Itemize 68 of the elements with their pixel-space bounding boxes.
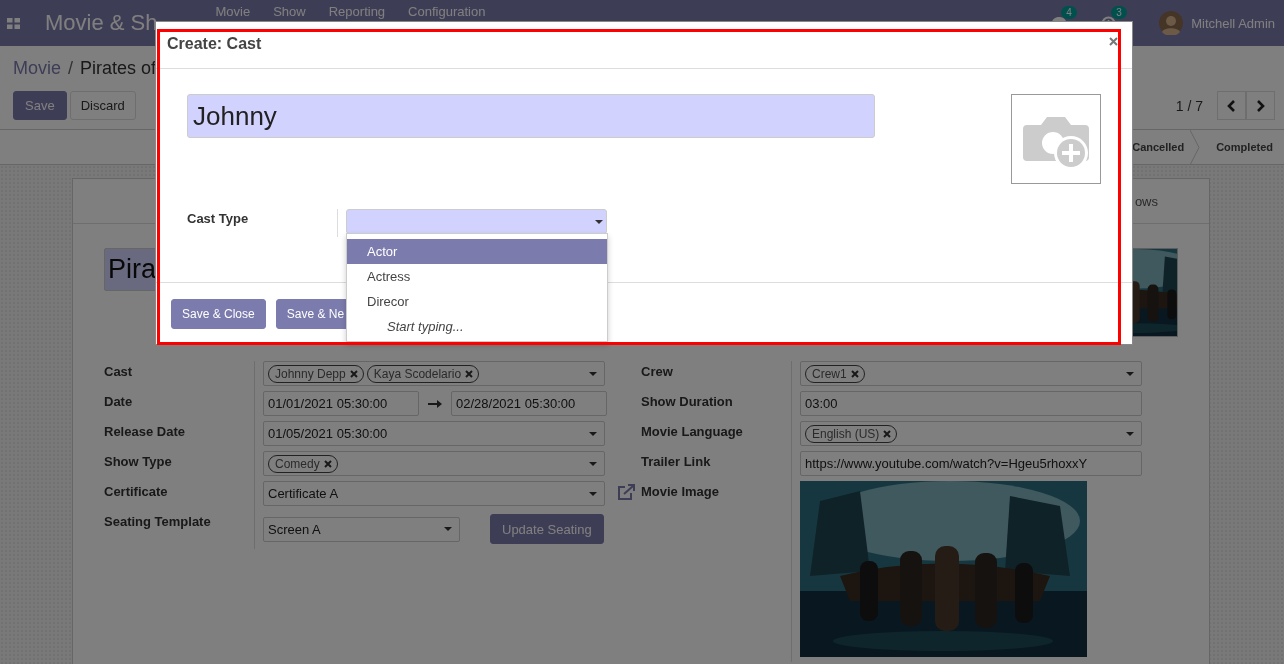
- remove-icon[interactable]: [349, 369, 358, 378]
- dropdown-option[interactable]: Actor: [347, 239, 607, 264]
- notebook-tab[interactable]: ows: [1127, 186, 1165, 216]
- notification-badge: 3: [1111, 5, 1127, 19]
- menu-item[interactable]: Show: [273, 4, 306, 19]
- remove-icon[interactable]: [465, 369, 474, 378]
- next-button[interactable]: [1246, 91, 1275, 120]
- date-field[interactable]: 01/01/2021 05:30:00: [263, 391, 419, 416]
- field-label: Movie Image: [641, 484, 720, 499]
- tags-field[interactable]: Johnny Depp Kaya Scodelario: [263, 361, 605, 386]
- caret-icon: [589, 491, 597, 496]
- caret-icon: [444, 527, 452, 531]
- menu-item[interactable]: Configuration: [408, 4, 486, 19]
- caret-icon: [589, 461, 597, 466]
- field-label: Cast: [104, 364, 133, 379]
- field-label: Release Date: [104, 424, 185, 439]
- date-field[interactable]: 02/28/2021 05:30:00: [451, 391, 607, 416]
- field-label: Certificate: [104, 484, 168, 499]
- dropdown-option[interactable]: Actress: [347, 264, 607, 289]
- menu-item[interactable]: Reporting: [328, 4, 386, 19]
- breadcrumb-current: Pirates of: [80, 58, 157, 79]
- select-field[interactable]: [346, 209, 607, 234]
- field-label: Trailer Link: [641, 454, 711, 469]
- remove-icon[interactable]: [883, 429, 892, 438]
- field-label: Seating Template: [104, 514, 211, 529]
- text-field[interactable]: 03:00: [800, 391, 1142, 416]
- notification-badge: 4: [1061, 6, 1077, 19]
- breadcrumb-link[interactable]: Movie: [13, 58, 61, 79]
- tags-field[interactable]: English (US): [800, 421, 1142, 446]
- save-close-button[interactable]: Save & Close: [171, 299, 266, 329]
- field-label: Show Duration: [641, 394, 733, 409]
- caret-icon: [1126, 371, 1134, 376]
- discard-button[interactable]: Discard: [69, 91, 136, 120]
- field-label: Crew: [641, 364, 673, 379]
- external-link-icon[interactable]: [617, 484, 636, 501]
- select-field[interactable]: Screen A: [263, 516, 460, 542]
- pager-count: 1 / 7: [1175, 97, 1203, 114]
- name-field[interactable]: Johnny: [187, 94, 875, 138]
- remove-icon[interactable]: [323, 459, 332, 468]
- caret-icon: [1126, 431, 1134, 436]
- breadcrumb-separator: /: [68, 58, 74, 79]
- previous-button[interactable]: [1217, 91, 1246, 120]
- user-name[interactable]: Mitchell Admin: [1191, 15, 1275, 31]
- text-field[interactable]: https://www.youtube.com/watch?v=Hgeu5rhoxxY: [800, 451, 1142, 476]
- field-label: Movie Language: [641, 424, 743, 439]
- caret-icon: [595, 219, 603, 224]
- close-icon: [1109, 36, 1118, 46]
- caret-icon: [589, 371, 597, 376]
- remove-icon[interactable]: [850, 369, 859, 378]
- chevron-left-icon: [1227, 99, 1236, 112]
- status-stage[interactable]: Completed: [1200, 130, 1279, 164]
- arrow-icon: [428, 399, 442, 408]
- field-label: Date: [104, 394, 133, 409]
- select-field[interactable]: Certificate A: [263, 481, 605, 506]
- field-label: Show Type: [104, 454, 172, 469]
- menu-item[interactable]: Movie: [215, 4, 251, 19]
- update-seating-button[interactable]: Update Seating: [490, 514, 604, 544]
- field-label: Cast Type: [187, 209, 338, 237]
- chevron-right-icon: [1256, 99, 1265, 112]
- save-button[interactable]: Save: [13, 91, 67, 120]
- apps-menu-icon[interactable]: [7, 17, 20, 29]
- tags-field[interactable]: Crew1: [800, 361, 1142, 386]
- tags-field[interactable]: Comedy: [263, 451, 605, 476]
- image-upload[interactable]: [1011, 94, 1101, 184]
- dialog-title: Create: Cast: [167, 34, 262, 53]
- caret-icon: [589, 431, 597, 436]
- status-stage[interactable]: Cancelled: [1116, 130, 1191, 164]
- select-field[interactable]: 01/05/2021 05:30:00: [263, 421, 605, 446]
